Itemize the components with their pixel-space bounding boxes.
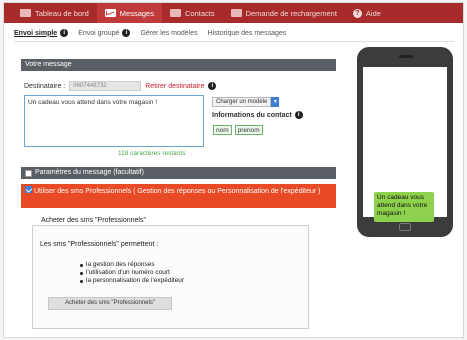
nav-messages[interactable]: Messages (96, 3, 162, 23)
tag-prenom[interactable]: prenom (234, 125, 263, 135)
recipient-label: Destinataire : (24, 82, 66, 90)
contact-info-label: Informations du contact (212, 111, 292, 119)
tag-nom[interactable]: nom (213, 125, 232, 135)
recipient-row: Destinataire : 0607448732 Retirer destin… (24, 81, 217, 91)
message-textarea[interactable]: Un cadeau vous attend dans votre magasin… (24, 95, 204, 147)
info-icon: i (60, 29, 69, 37)
subnav-envoi-groupe[interactable]: Envoi groupé i (78, 29, 131, 37)
list-item: l'utilisation d'un numéro court (80, 269, 184, 277)
contact-tags: nom prenom (213, 125, 263, 135)
phone-screen: Un cadeau vous attend dans votre magasin… (363, 67, 447, 222)
pro-sms-bar[interactable]: Utiliser des sms Professionnels ( Gestio… (21, 184, 336, 208)
subnav-envoi-simple[interactable]: Envoi simple i (14, 29, 69, 37)
nav-help-label: Aide (365, 8, 381, 18)
phone-home-button (399, 223, 411, 231)
chevron-down-icon: ▾ (271, 97, 280, 107)
nav-dashboard[interactable]: Tableau de bord (12, 3, 97, 23)
pro-sms-legend: Acheter des sms "Professionnels" (38, 217, 149, 224)
app-frame: Tableau de bord Messages Contacts Demand… (3, 2, 464, 338)
subnav-modeles[interactable]: Gérer les modèles (140, 29, 197, 37)
pro-sms-features: la gestion des réponses l'utilisation d'… (80, 261, 184, 285)
info-icon: i (122, 29, 131, 37)
pro-sms-label: Utiliser des sms Professionnels ( Gestio… (33, 188, 321, 195)
phone-preview: Un cadeau vous attend dans votre magasin… (357, 47, 453, 237)
phone-speaker (399, 55, 413, 58)
top-navigation: Tableau de bord Messages Contacts Demand… (4, 3, 463, 23)
params-checkbox[interactable] (25, 169, 32, 177)
message-bubble: Un cadeau vous attend dans votre magasin… (374, 192, 434, 222)
info-icon: i (208, 82, 217, 90)
compose-header: Votre message (21, 59, 336, 71)
contact-info-heading: Informations du contact i (212, 111, 303, 119)
info-icon: i (294, 111, 303, 119)
remove-recipient-link[interactable]: Retirer destinataire (145, 83, 204, 90)
dashboard-icon (20, 9, 31, 17)
model-select[interactable]: Charger un modèle ▾ (212, 97, 280, 107)
subnav-modeles-label: Gérer les modèles (140, 29, 198, 37)
character-counter: 118 caractères restants (118, 150, 186, 157)
params-label: Paramètres du message (facultatif) (35, 169, 144, 176)
subnav-historique-label: Historique des messages (207, 29, 287, 37)
subnav-envoi-simple-label: Envoi simple (14, 29, 58, 37)
recharge-icon (230, 9, 242, 17)
envelope-icon (104, 9, 116, 17)
buy-pro-sms-button[interactable]: Acheter des sms "Professionnels" (48, 297, 172, 310)
recipient-field[interactable]: 0607448732 (69, 81, 142, 91)
pro-sms-checkbox[interactable] (25, 186, 32, 193)
subnav-historique[interactable]: Historique des messages (208, 29, 287, 37)
nav-contacts-label: Contacts (184, 8, 215, 18)
help-icon: ? (352, 8, 362, 18)
list-item: la gestion des réponses (80, 261, 184, 269)
list-item: la personnalisation de l'expéditeur (80, 277, 184, 285)
nav-recharge-label: Demande de rechargement (245, 8, 337, 18)
nav-recharge[interactable]: Demande de rechargement (223, 3, 345, 23)
subnav-divider (14, 41, 454, 42)
nav-dashboard-label: Tableau de bord (35, 8, 89, 18)
nav-messages-label: Messages (119, 8, 154, 18)
sub-navigation: Envoi simple i Envoi groupé i Gérer les … (14, 29, 286, 37)
nav-contacts[interactable]: Contacts (162, 3, 223, 23)
params-header[interactable]: Paramètres du message (facultatif) (21, 167, 336, 179)
subnav-envoi-groupe-label: Envoi groupé (78, 29, 120, 37)
model-select-value: Charger un modèle (212, 97, 272, 107)
contacts-icon (169, 9, 181, 17)
pro-sms-intro: Les sms "Professionnels" permettent : (40, 241, 159, 248)
nav-help[interactable]: ? Aide (345, 3, 389, 23)
